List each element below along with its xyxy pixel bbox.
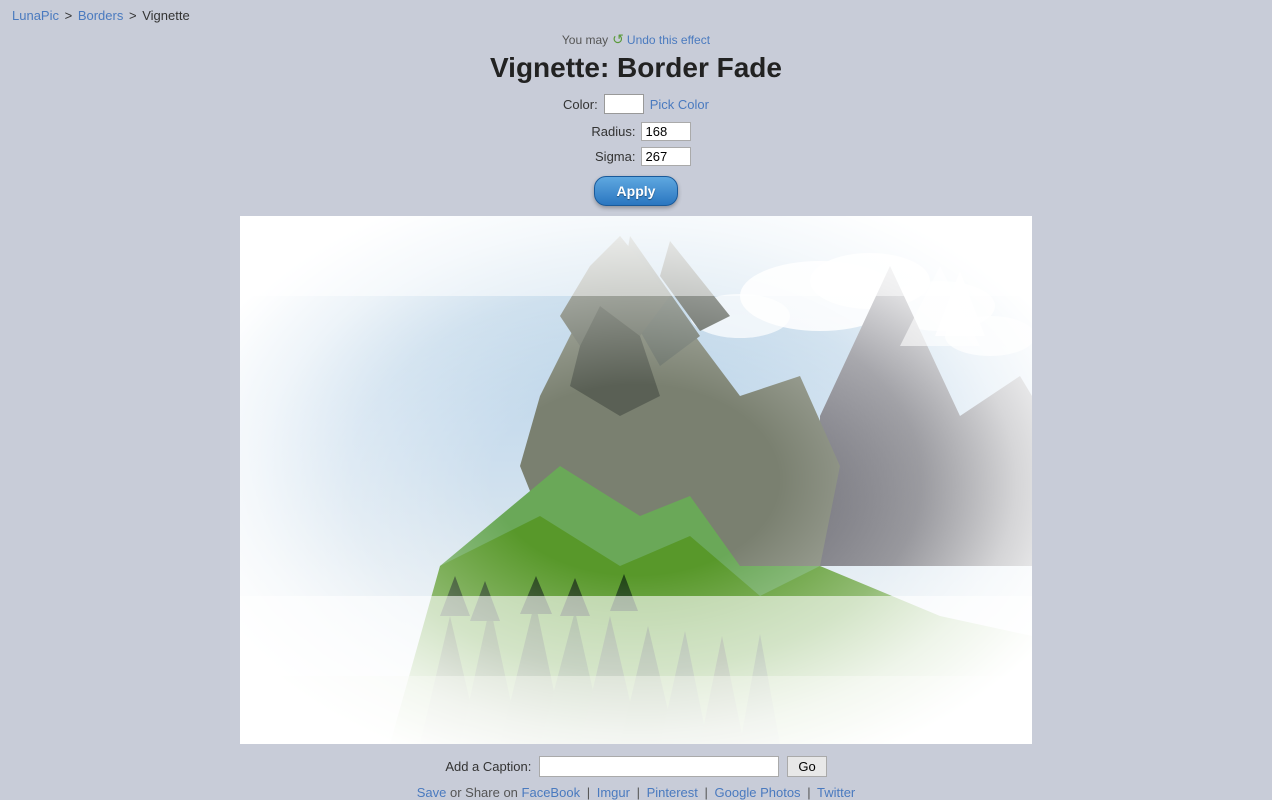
sigma-input[interactable] [641,147,691,166]
color-label: Color: [563,97,598,112]
breadcrumb-sep-1: > [65,8,76,23]
undo-line: You may ↺ Undo this effect [490,31,782,48]
breadcrumb: LunaPic > Borders > Vignette [0,0,1272,31]
radius-input[interactable] [641,122,691,141]
footer-links: Save or Share on FaceBook | Imgur | Pint… [417,785,856,800]
apply-button[interactable]: Apply [594,176,679,206]
undo-icon: ↺ [612,31,624,48]
google-photos-link[interactable]: Google Photos [715,785,801,800]
breadcrumb-current: Vignette [142,8,189,23]
imgur-link[interactable]: Imgur [597,785,630,800]
sep-1: | [587,785,590,800]
controls-area: You may ↺ Undo this effect Vignette: Bor… [490,31,782,206]
facebook-link[interactable]: FaceBook [522,785,581,800]
caption-label: Add a Caption: [445,759,531,774]
undo-label: Undo this effect [627,33,710,47]
save-link[interactable]: Save [417,785,447,800]
caption-input[interactable] [539,756,779,777]
sep-2: | [637,785,640,800]
go-button[interactable]: Go [787,756,826,777]
main-content: You may ↺ Undo this effect Vignette: Bor… [0,31,1272,800]
color-swatch[interactable] [604,94,644,114]
breadcrumb-site-link[interactable]: LunaPic [12,8,59,23]
breadcrumb-sep-2: > [129,8,140,23]
pinterest-link[interactable]: Pinterest [647,785,698,800]
caption-row: Add a Caption: Go [445,756,826,777]
undo-prefix: You may [562,33,608,47]
mountain-svg [240,216,1032,744]
share-text: or Share on [450,785,522,800]
color-row: Color: Pick Color [490,94,782,114]
pick-color-link[interactable]: Pick Color [650,97,709,112]
breadcrumb-section-link[interactable]: Borders [78,8,124,23]
radius-row: Radius: [490,122,782,141]
image-container [240,216,1032,744]
twitter-link[interactable]: Twitter [817,785,855,800]
undo-link[interactable]: ↺ Undo this effect [612,31,710,48]
sigma-label: Sigma: [580,149,635,164]
mountain-scene [240,216,1032,744]
sep-4: | [807,785,810,800]
sigma-row: Sigma: [490,147,782,166]
sep-3: | [705,785,708,800]
radius-label: Radius: [580,124,635,139]
page-title: Vignette: Border Fade [490,52,782,84]
